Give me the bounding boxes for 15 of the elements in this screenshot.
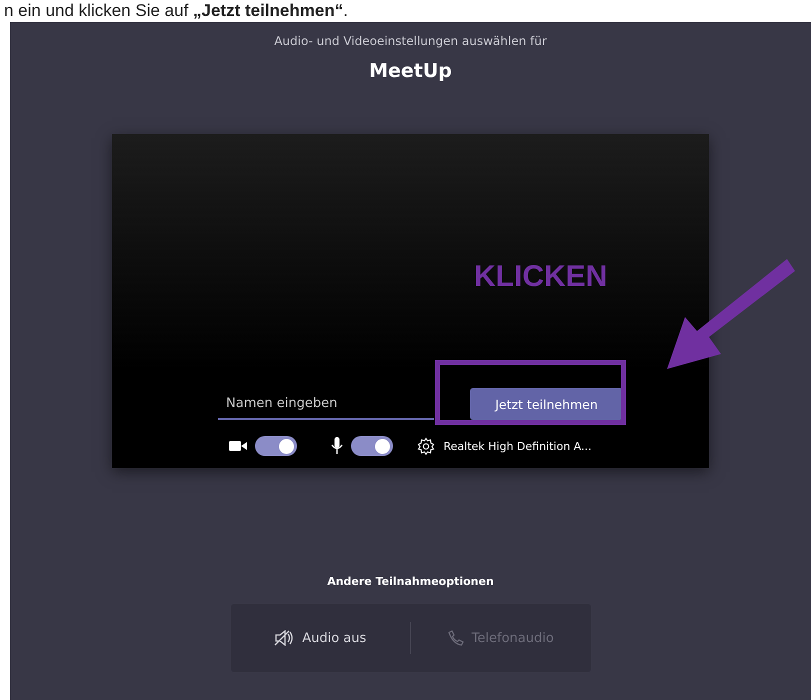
subtitle: Audio- und Videoeinstellungen auswählen für — [274, 34, 547, 48]
audio-device-label[interactable]: Realtek High Definition A... — [443, 440, 592, 452]
speaker-muted-icon — [274, 630, 294, 646]
join-button[interactable]: Jetzt teilnehmen — [470, 388, 623, 420]
settings-icon[interactable] — [417, 437, 436, 455]
microphone-icon — [331, 437, 344, 455]
microphone-toggle[interactable] — [351, 436, 394, 456]
phone-icon — [448, 630, 464, 646]
camera-icon — [229, 440, 248, 452]
meeting-title: MeetUp — [369, 60, 452, 82]
instruction-text: n ein und klicken Sie auf „Jetzt teilnehmen“. — [4, 1, 348, 21]
camera-toggle[interactable] — [255, 436, 298, 456]
audio-off-button[interactable]: Audio aus — [230, 604, 410, 672]
annotation-label: KLICKEN — [474, 260, 608, 294]
section-title: Andere Teilnahmeoptionen — [327, 575, 494, 588]
